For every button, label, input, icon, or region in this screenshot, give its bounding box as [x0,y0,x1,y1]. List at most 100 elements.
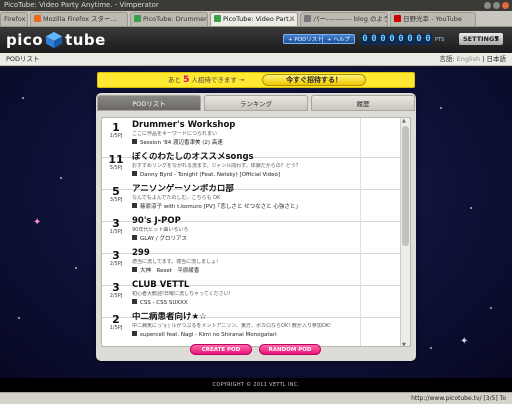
pod-list-scrollbar[interactable]: ▲ ▼ [400,118,410,346]
now-playing-text: 篠原涼子 with t.komuro [PV]「恋しさと せつなさと 心強さと」 [140,204,301,210]
now-playing-text: 大神 Reset 平原綾香 [140,268,200,274]
browser-tab-strip: Firefox Mozilla Firefox スター... PicoTube:… [0,11,512,27]
sub-header: PODリスト 言語: English | 日本語 [0,53,512,66]
pod-now-playing: 篠原涼子 with t.komuro [PV]「恋しさと せつなさと 心強さと」 [132,203,352,212]
pod-count: 3 [112,281,120,294]
random-pod-button[interactable]: RANDOM POD [259,344,321,355]
scrollbar-thumb[interactable] [402,126,409,246]
star [490,307,492,309]
scroll-down-icon[interactable]: ▼ [402,342,406,346]
pod-now-playing: Session '84 渡辺香津美 (2) 高速 [132,139,352,148]
pod-title[interactable]: ぼくのわたしのオススメsongs [132,152,352,163]
points-digit: 0 [406,34,414,45]
create-pod-button[interactable]: CREATE POD [190,344,252,355]
tab-history[interactable]: 履歴 [311,95,415,111]
invite-count: 5 [183,75,190,85]
close-tab-icon[interactable]: ✕ [289,13,295,26]
pod-description: 初心者大歓迎!日曜に流しちゃってください! [132,291,231,297]
now-playing-text: supercell feat. Nagi - Kimi no Shiranai … [140,332,277,338]
pod-title[interactable]: 90's J-POP [132,216,352,227]
pod-description: 適当に流してます。適当に流しましょ! [132,259,219,265]
language-japanese-link[interactable]: 日本語 [487,55,507,63]
pod-now-playing: GLAY / グロリアス [132,235,352,244]
pod-panel: PODリスト ランキング 履歴 1 1/5PJ Drummer's Worksh… [96,93,416,361]
pod-now-playing: 大神 Reset 平原綾香 [132,267,352,276]
window-titlebar: PicoTube: Video Party Anytime. - Vimpera… [0,0,512,11]
browser-tab-youtube[interactable]: 日野光幸 - YouTube [390,12,476,26]
pod-capacity: 1/5PJ [109,325,123,331]
pod-capacity: 2/5PJ [109,293,123,299]
browser-tab-blog[interactable]: パー----------- blog のよう... [300,12,388,26]
pod-user-count: 2 1/5PJ [102,310,130,346]
star [430,347,432,349]
pod-thumbnail[interactable] [360,310,400,346]
pod-description: ここに作品をキーワードにつられまい [132,131,218,137]
picotube-icon [134,15,141,22]
tab-label: PicoTube: Video Part... [223,15,295,23]
invite-now-button[interactable]: 今すぐ招待する！ [262,74,366,86]
picotube-icon [214,15,221,22]
pod-title[interactable]: 299 [132,248,352,259]
status-url: http://www.picotube.tv/ [3/5] To [411,395,506,402]
pod-count: 3 [112,217,120,230]
now-playing-text: Session '84 渡辺香津美 (2) 高速 [140,140,223,146]
settings-button[interactable]: SETTINGS ▼ [459,33,503,45]
close-window-button[interactable] [502,2,509,9]
logo-text-left: pico [6,31,44,49]
invite-remaining: あと 5 人招待できます → [168,73,244,88]
star [75,267,77,269]
pod-info: 中二病患者向け★☆ 中二病気にっ ̄γ | ルがつぶるをメントアニソン、東方、ボ… [132,312,352,346]
sparkle-icon: ✦ [33,217,42,228]
browser-tab-firefox[interactable]: Firefox [0,12,28,26]
pod-count: 5 [112,185,120,198]
pod-title[interactable]: 中二病患者向け★☆ [132,312,352,323]
breadcrumb: PODリスト [6,55,40,63]
points-unit: PTS [435,36,445,43]
points-digit: 0 [361,34,369,45]
pod-capacity: 1/5PJ [109,229,123,235]
browser-tab-mozilla[interactable]: Mozilla Firefox スター... [30,12,128,26]
pod-now-playing: supercell feat. Nagi - Kimi no Shiranai … [132,331,352,340]
pod-count: 11 [108,153,124,166]
pod-title[interactable]: アニソンゲーソンボカロ部 [132,184,352,195]
maximize-button[interactable] [493,2,500,9]
pod-now-playing: CSS - CSS SUXXX [132,299,352,308]
youtube-icon [394,15,401,22]
tab-label: 日野光幸 - YouTube [403,15,462,23]
now-playing-icon [132,299,137,304]
tab-label: パー----------- blog のよう... [313,15,388,23]
invite-bar: あと 5 人招待できます → 今すぐ招待する！ [97,72,415,88]
browser-status-bar: http://www.picotube.tv/ [3/5] To [0,392,512,404]
pod-title[interactable]: Drummer's Workshop [132,120,352,131]
copyright-text: COPYRIGHT © 2011 VETTL INC. [212,382,300,388]
pod-row[interactable]: 2 1/5PJ 中二病患者向け★☆ 中二病気にっ ̄γ | ルがつぶるをメントア… [102,310,400,346]
tab-pod-list[interactable]: PODリスト [97,95,201,111]
pod-description: 中二病気にっ ̄γ | ルがつぶるをメントアニソン、東方、ボカロならOK! 敷が… [132,323,332,329]
browser-tab-active[interactable]: PicoTube: Video Part... ✕ [210,12,298,26]
now-playing-text: CSS - CSS SUXXX [140,300,188,306]
minimize-button[interactable] [484,2,491,9]
invite-suffix: 人招待できます → [191,76,245,84]
now-playing-text: GLAY / グロリアス [140,236,187,242]
star [440,107,442,109]
pod-list: 1 1/5PJ Drummer's Workshop ここに作品をキーワードにつ… [101,117,411,347]
language-label: 言語: [439,55,455,63]
pod-title[interactable]: CLUB VETTL [132,280,352,291]
now-playing-icon [132,203,137,208]
language-english-link[interactable]: English [457,55,480,63]
picotube-logo[interactable]: pico tube [6,31,106,49]
tab-ranking[interactable]: ランキング [204,95,308,111]
pod-capacity: 5/5PJ [109,165,123,171]
chevron-down-icon: ▼ [494,35,499,42]
site-header: pico tube + PODリスト + ヘルプ 0 0 0 0 0 0 0 0… [0,27,512,53]
pod-count: 1 [112,121,120,134]
now-playing-icon [132,331,137,336]
now-playing-icon [132,267,137,272]
pod-capacity: 2/5PJ [109,261,123,267]
points-digit: 0 [370,34,378,45]
pod-count: 2 [112,313,120,326]
browser-tab-drummers[interactable]: PicoTube: Drummer's... [130,12,208,26]
scroll-up-icon[interactable]: ▲ [402,118,406,124]
help-button[interactable]: + ヘルプ [322,34,355,44]
tab-label: PicoTube: Drummer's... [143,15,207,23]
